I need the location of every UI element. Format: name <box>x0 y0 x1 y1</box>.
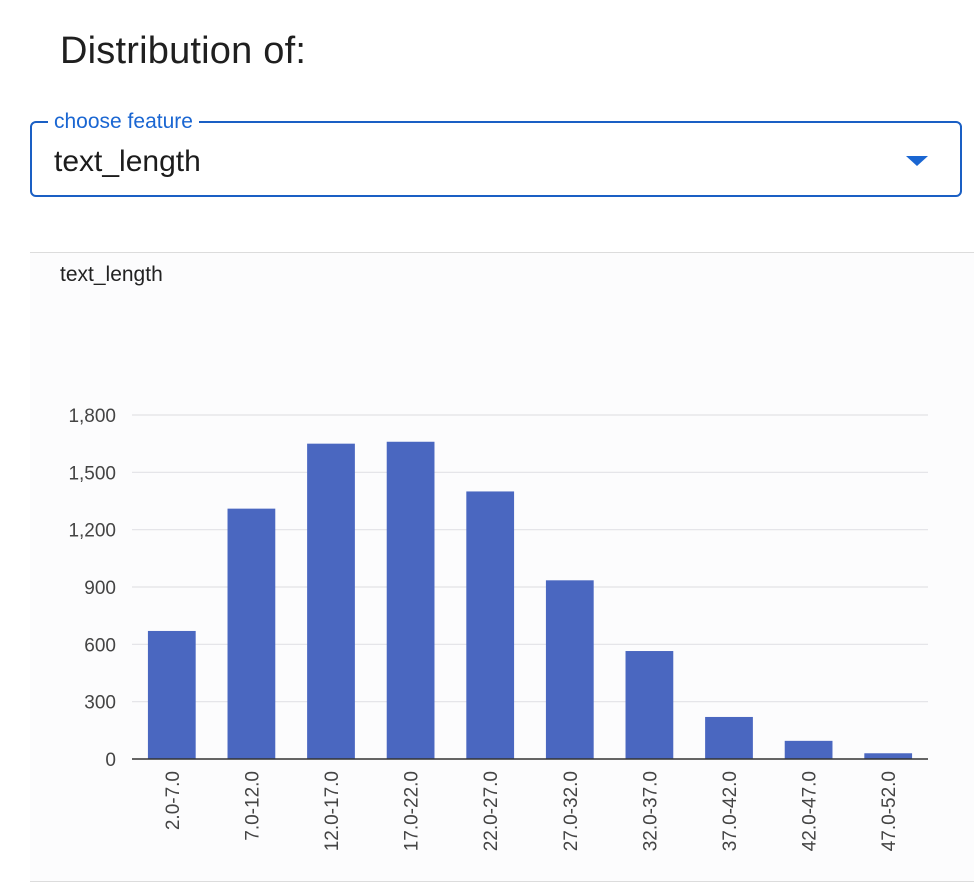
x-tick-label: 2.0-7.0 <box>163 771 184 830</box>
y-axis-ticks: 0 300 600 900 1,200 1,500 1,800 <box>68 406 116 771</box>
bar[interactable] <box>227 508 276 759</box>
bars <box>147 441 913 759</box>
bar[interactable] <box>625 651 674 759</box>
x-tick-label: 27.0-32.0 <box>561 771 582 851</box>
histogram-chart: 0 300 600 900 1,200 1,500 1,800 2.0-7.0 7.0-12.… <box>68 406 928 851</box>
dropdown-arrow-icon[interactable] <box>906 156 928 166</box>
bar[interactable] <box>864 753 913 759</box>
x-tick-label: 7.0-12.0 <box>242 771 263 841</box>
x-tick-label: 12.0-17.0 <box>322 771 343 851</box>
y-tick-label: 900 <box>84 578 116 599</box>
x-tick-label: 42.0-47.0 <box>800 771 821 851</box>
bar[interactable] <box>784 740 833 759</box>
x-tick-label: 17.0-22.0 <box>402 771 423 851</box>
x-tick-label: 47.0-52.0 <box>879 771 900 851</box>
feature-select-dropdown[interactable]: choose feature text_length <box>30 110 962 197</box>
bar[interactable] <box>147 630 196 759</box>
y-tick-label: 600 <box>84 635 116 656</box>
bar[interactable] <box>545 580 594 759</box>
bar[interactable] <box>307 443 355 759</box>
x-tick-label: 22.0-27.0 <box>481 771 502 851</box>
bar[interactable] <box>705 716 753 759</box>
feature-select-value: text_length <box>54 145 201 178</box>
chart-panel: text_length 0 300 600 900 1,200 1,500 1,800 2.… <box>30 252 974 882</box>
y-tick-label: 300 <box>84 693 116 714</box>
y-tick-label: 1,500 <box>68 463 116 484</box>
x-tick-label: 37.0-42.0 <box>720 771 741 851</box>
y-tick-label: 0 <box>105 750 116 771</box>
y-tick-label: 1,200 <box>68 521 116 542</box>
x-axis-ticks: 2.0-7.0 7.0-12.0 12.0-17.0 17.0-22.0 22.0-27… <box>163 771 900 851</box>
bar[interactable] <box>466 491 515 759</box>
page-title: Distribution of: <box>60 30 307 72</box>
feature-select-label: choose feature <box>48 110 199 134</box>
y-tick-label: 1,800 <box>68 406 116 427</box>
x-tick-label: 32.0-37.0 <box>640 771 661 851</box>
bar[interactable] <box>386 441 435 759</box>
